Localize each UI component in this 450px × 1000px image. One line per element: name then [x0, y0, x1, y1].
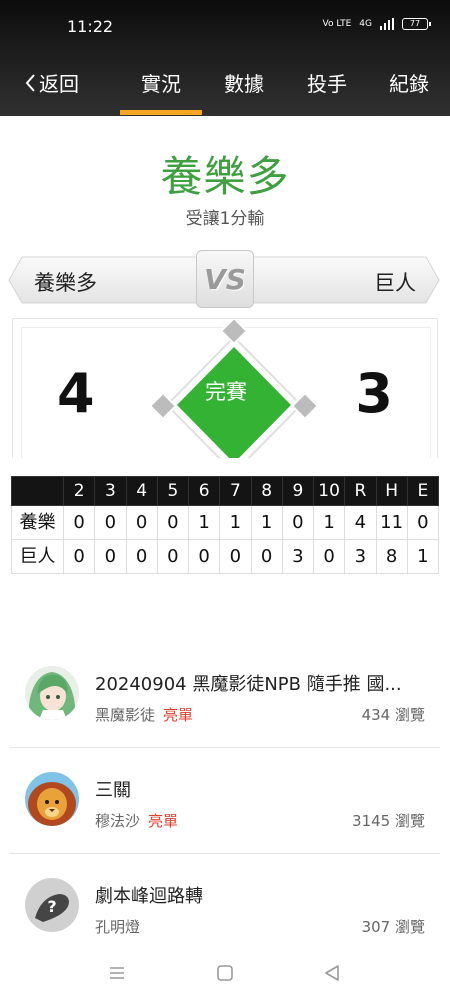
home-icon[interactable] — [216, 964, 234, 982]
home-team-name[interactable]: 巨人 — [374, 267, 416, 297]
away-team-name[interactable]: 養樂多 — [34, 267, 97, 297]
row-team-label: 巨人 — [19, 545, 56, 567]
header-cell: 4 — [125, 476, 158, 506]
game-status: 完賽 — [205, 380, 247, 404]
header-cell: 6 — [187, 476, 221, 506]
tab-stats[interactable]: 數據 — [204, 68, 284, 97]
status-time: 11:22 — [67, 17, 114, 36]
back-button[interactable]: 返回 — [24, 68, 79, 97]
post-author: 黑魔影徒 — [95, 706, 156, 724]
score-cell: 0 — [62, 505, 96, 540]
post-meta: 孔明燈 — [95, 916, 148, 937]
score-cell: 0 — [281, 505, 315, 540]
post-author: 穆法沙 — [95, 812, 141, 830]
hits-cell: 8 — [375, 539, 408, 574]
tab-records[interactable]: 紀錄 — [369, 68, 449, 97]
post-views: 3145 瀏覽 — [352, 812, 425, 830]
score-cell: 0 — [94, 539, 127, 574]
lion-avatar[interactable] — [25, 772, 79, 826]
top-header: 11:22 Vo LTE 4G 77 返回 實況 數據 投手 紀錄 — [0, 0, 450, 116]
score-cell: 3 — [281, 539, 315, 574]
post-item[interactable]: 三關 穆法沙 亮單 3145 瀏覽 — [10, 748, 440, 854]
header-cell: 5 — [156, 476, 190, 506]
second-base-icon — [219, 319, 249, 346]
header-cell: 3 — [94, 476, 127, 506]
row-team-name: 巨人 — [11, 539, 64, 574]
header-cell — [11, 476, 64, 506]
winner-team: 養樂多 — [160, 152, 290, 201]
score-cell: 1 — [187, 505, 221, 540]
tab-live[interactable]: 實況 — [121, 68, 201, 97]
score-cell: 0 — [250, 539, 283, 574]
linescore-row-away: 養樂多 0 0 0 0 1 1 1 0 1 4 11 0 — [11, 505, 440, 540]
svg-text:?: ? — [47, 897, 56, 916]
header-cell: 2 — [62, 476, 96, 506]
status-icons: Vo LTE 4G 77 — [322, 18, 431, 30]
back-triangle-icon[interactable] — [323, 964, 341, 982]
result-subtitle: 受讓1分輸 — [185, 209, 265, 229]
header-cell: 7 — [219, 476, 252, 506]
score-cell: 0 — [156, 539, 190, 574]
hits-cell: 11 — [375, 505, 408, 540]
runs-cell: 3 — [344, 539, 377, 574]
errors-cell: 0 — [406, 505, 440, 540]
score-cell: 1 — [250, 505, 283, 540]
linescore-header-row: 2 3 4 5 6 7 8 9 10 R H E — [11, 476, 440, 506]
post-tag: 亮單 — [163, 706, 194, 724]
vs-badge: VS — [196, 250, 254, 308]
score-cell: 0 — [219, 539, 252, 574]
post-views: 307 瀏覽 — [361, 918, 425, 936]
post-meta: 穆法沙 亮單 — [95, 810, 178, 831]
default-avatar[interactable]: ? — [25, 878, 79, 932]
score-cell: 0 — [94, 505, 127, 540]
score-cell: 0 — [156, 505, 190, 540]
linescore-row-home: 巨人 0 0 0 0 0 0 0 3 0 3 8 1 — [11, 539, 440, 574]
post-title: 20240904 黑魔影徒NPB 隨手推 國... — [95, 674, 402, 695]
team-matchup-bar: 養樂多 VS 巨人 — [8, 250, 440, 308]
header-cell: R — [344, 476, 377, 506]
runs-cell: 4 — [344, 505, 377, 540]
active-tab-indicator — [120, 110, 202, 115]
post-tag: 亮單 — [148, 812, 179, 830]
score-cell: 0 — [187, 539, 221, 574]
post-item[interactable]: ? 劇本峰迴路轉 孔明燈 307 瀏覽 — [10, 854, 440, 960]
volte-indicator: Vo LTE — [322, 19, 352, 29]
header-cell: H — [375, 476, 408, 506]
score-cell: 0 — [312, 539, 346, 574]
nav-bar: 返回 實況 數據 投手 紀錄 — [0, 60, 450, 116]
header-cell: E — [406, 476, 440, 506]
score-cell: 0 — [62, 539, 96, 574]
errors-cell: 1 — [406, 539, 440, 574]
score-cell: 1 — [312, 505, 346, 540]
battery-icon: 77 — [402, 18, 431, 30]
score-panel: 4 3 完賽 — [12, 318, 438, 458]
post-title: 劇本峰迴路轉 — [95, 886, 203, 907]
post-views: 434 瀏覽 — [361, 706, 425, 724]
post-title: 三關 — [95, 780, 131, 801]
post-author: 孔明燈 — [95, 918, 141, 936]
row-team-name: 養樂多 — [11, 505, 64, 540]
back-label: 返回 — [39, 72, 79, 96]
anime-girl-avatar[interactable] — [25, 666, 79, 720]
tab-pitchers[interactable]: 投手 — [287, 68, 367, 97]
linescore-table: 2 3 4 5 6 7 8 9 10 R H E 養樂多 0 0 0 0 1 1… — [11, 476, 440, 574]
network-type: 4G — [359, 19, 372, 29]
header-cell: 9 — [281, 476, 315, 506]
score-cell: 1 — [219, 505, 252, 540]
signal-icon — [380, 18, 394, 30]
system-nav-bar — [0, 955, 450, 1000]
post-item[interactable]: 20240904 黑魔影徒NPB 隨手推 國... 黑魔影徒 亮單 434 瀏覽 — [10, 642, 440, 748]
header-cell: 8 — [250, 476, 283, 506]
score-cell: 0 — [125, 505, 158, 540]
chevron-left-icon — [25, 73, 35, 92]
header-cell: 10 — [312, 476, 346, 506]
menu-icon[interactable] — [108, 965, 126, 981]
post-meta: 黑魔影徒 亮單 — [95, 704, 193, 725]
score-cell: 0 — [125, 539, 158, 574]
row-team-label: 養樂多 — [19, 511, 56, 533]
